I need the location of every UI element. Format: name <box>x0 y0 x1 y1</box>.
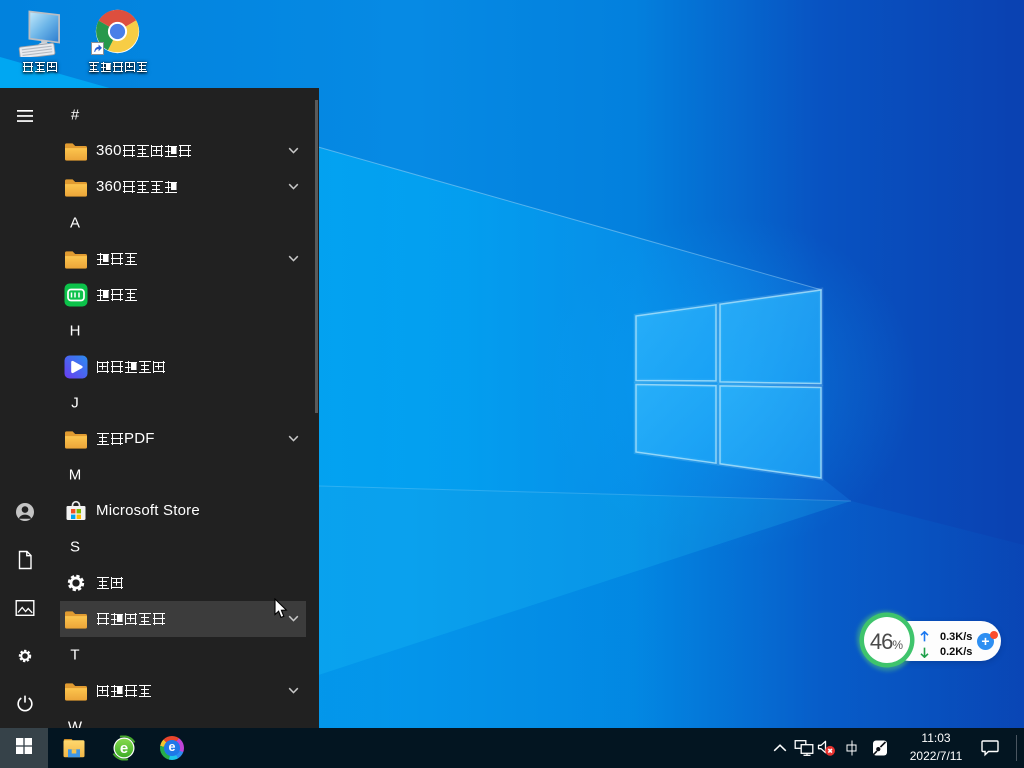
svg-text:e: e <box>120 740 128 757</box>
